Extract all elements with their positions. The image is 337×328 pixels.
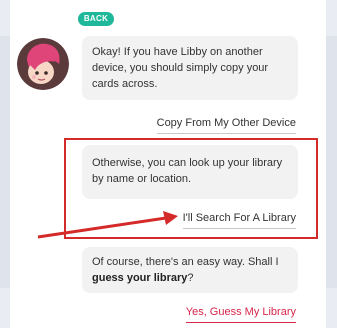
back-button[interactable]: BACK bbox=[78, 12, 114, 26]
guess-my-library-link[interactable]: Yes, Guess My Library bbox=[185, 305, 296, 323]
libby-message-search: Otherwise, you can look up your library … bbox=[82, 145, 298, 199]
copy-from-device-link[interactable]: Copy From My Other Device bbox=[156, 116, 296, 134]
libby-message-guess: Of course, there's an easy way. Shall I … bbox=[82, 247, 298, 293]
search-for-library-link[interactable]: I'll Search For A Library bbox=[182, 211, 296, 229]
guess-message-suffix: ? bbox=[187, 272, 194, 284]
libby-message-copy-cards: Okay! If you have Libby on another devic… bbox=[82, 36, 298, 100]
guess-message-bold: guess your library bbox=[92, 272, 188, 284]
libby-avatar-icon bbox=[17, 38, 69, 90]
guess-message-prefix: Of course, there's an easy way. Shall I bbox=[92, 256, 279, 268]
